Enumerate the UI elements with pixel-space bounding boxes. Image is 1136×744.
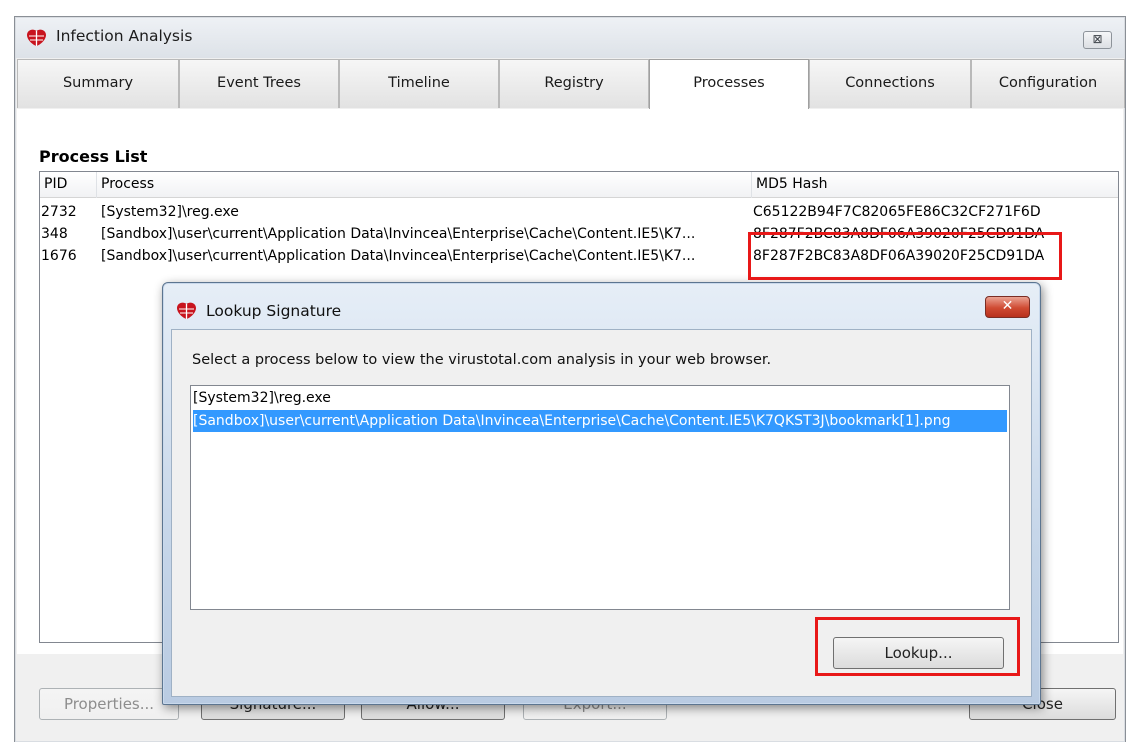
list-item-selected[interactable]: [Sandbox]\user\current\Application Data\… <box>193 410 1007 432</box>
cell-pid: 1676 <box>41 248 77 264</box>
dialog-title: Lookup Signature <box>206 302 342 320</box>
tab-summary[interactable]: Summary <box>17 59 179 108</box>
cell-process: [Sandbox]\user\current\Application Data\… <box>101 248 696 264</box>
cell-pid: 348 <box>41 226 68 242</box>
table-row[interactable]: 2732 [System32]\reg.exe C65122B94F7C8206… <box>40 201 1118 223</box>
tab-processes[interactable]: Processes <box>649 59 809 109</box>
dialog-instruction: Select a process below to view the virus… <box>192 352 772 368</box>
md5-highlight-box <box>748 232 1062 280</box>
window-title: Infection Analysis <box>56 27 193 45</box>
window-close-button[interactable]: ⊠ <box>1083 31 1112 49</box>
tab-bar: Summary Event Trees Timeline Registry Pr… <box>17 59 1125 109</box>
tab-configuration[interactable]: Configuration <box>971 59 1125 108</box>
column-header-pid[interactable]: PID <box>40 172 97 198</box>
column-header-process[interactable]: Process <box>97 172 752 198</box>
process-select-list[interactable]: [System32]\reg.exe [Sandbox]\user\curren… <box>190 385 1010 610</box>
invincea-logo-icon <box>177 302 196 319</box>
tab-timeline[interactable]: Timeline <box>339 59 499 108</box>
title-bar: Infection Analysis ⊠ <box>16 18 1124 58</box>
tab-connections[interactable]: Connections <box>809 59 971 108</box>
cell-process: [Sandbox]\user\current\Application Data\… <box>101 226 696 242</box>
dialog-close-button[interactable]: ✕ <box>985 296 1030 318</box>
invincea-logo-icon <box>27 29 46 46</box>
process-list-header: PID Process MD5 Hash <box>40 172 1118 198</box>
cell-process: [System32]\reg.exe <box>101 204 239 220</box>
lookup-highlight-box <box>815 617 1020 676</box>
properties-button[interactable]: Properties... <box>39 688 179 720</box>
process-list-title: Process List <box>39 147 148 166</box>
cell-md5: C65122B94F7C82065FE86C32CF271F6D <box>753 204 1041 220</box>
tab-registry[interactable]: Registry <box>499 59 649 108</box>
column-header-md5[interactable]: MD5 Hash <box>752 172 1120 198</box>
tab-event-trees[interactable]: Event Trees <box>179 59 339 108</box>
cell-pid: 2732 <box>41 204 77 220</box>
list-item[interactable]: [System32]\reg.exe <box>193 387 1007 409</box>
